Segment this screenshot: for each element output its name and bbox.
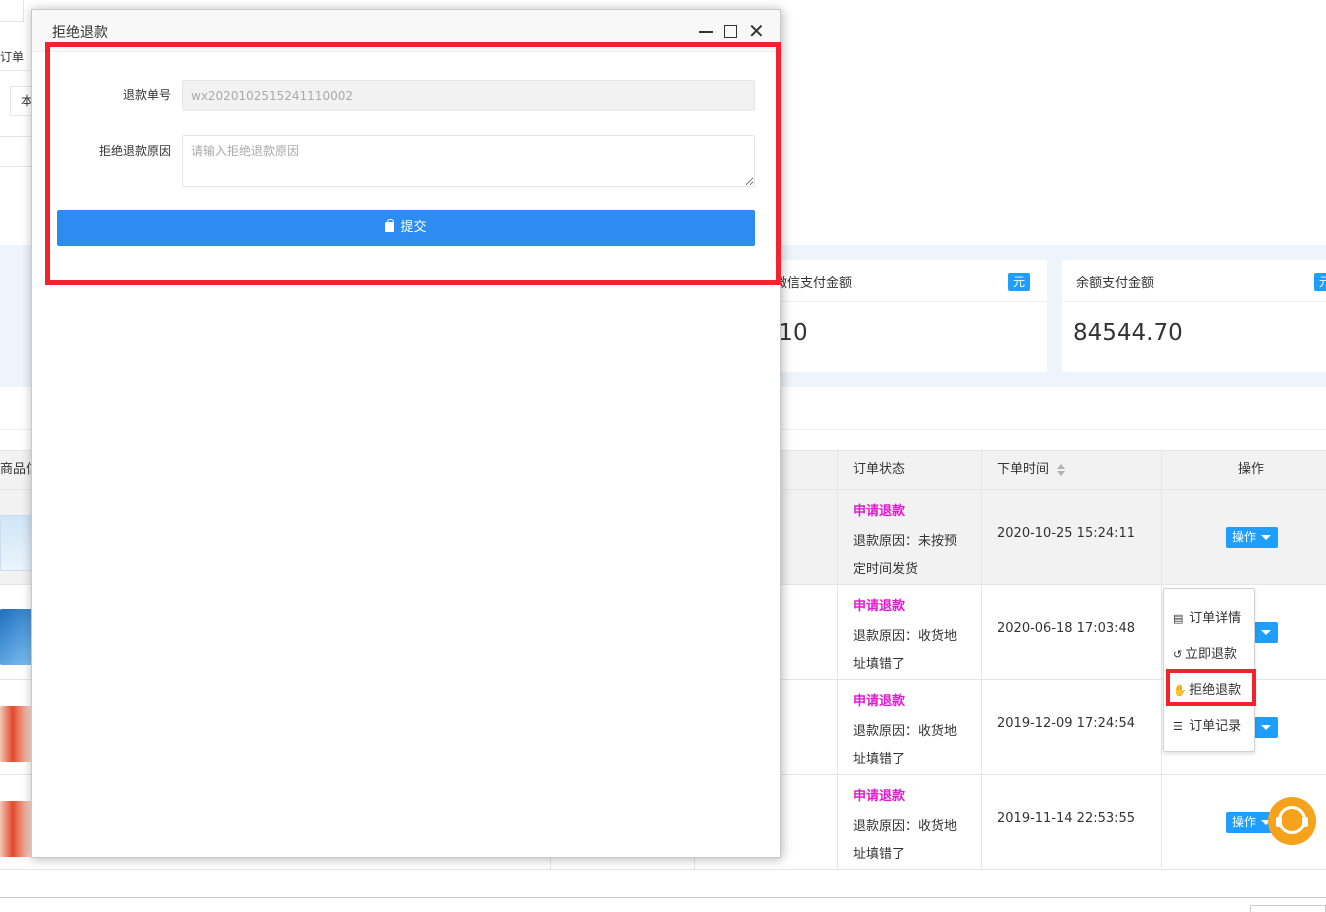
highlight-box (1166, 669, 1256, 706)
refund-reason: 退款原因：收货地址填错了 (853, 629, 958, 672)
column-border (837, 775, 838, 869)
menu-item-label: 立即退款 (1185, 647, 1238, 662)
column-border (981, 680, 982, 774)
refund-no-label: 退款单号 (122, 88, 171, 102)
column-border (837, 680, 838, 774)
headset-icon-right (1302, 817, 1308, 827)
refund-reason: 退款原因：收货地址填错了 (853, 819, 958, 862)
col-header-status: 订单状态 (853, 462, 906, 477)
bag-icon (385, 219, 395, 232)
chevron-down-icon (1261, 725, 1271, 730)
column-border (1161, 451, 1162, 491)
column-border (837, 490, 838, 584)
action-dropdown-toggle[interactable] (1254, 717, 1278, 738)
tab-underline (0, 70, 30, 71)
order-time: 2019-12-09 17:24:54 (997, 716, 1136, 731)
unit-badge: 元 (1314, 273, 1326, 291)
chevron-down-icon (1261, 535, 1271, 540)
product-thumbnail[interactable] (0, 515, 32, 571)
product-thumbnail[interactable] (0, 706, 32, 762)
divider (0, 136, 32, 137)
file-icon: ▤ (1173, 612, 1184, 625)
action-button[interactable]: 操作 (1226, 527, 1278, 548)
status-badge: 申请退款 (853, 789, 906, 804)
status-badge: 申请退款 (853, 694, 906, 709)
unit-badge: 元 (1008, 273, 1031, 291)
minimize-icon[interactable] (699, 31, 713, 33)
refund-no-field[interactable] (182, 80, 755, 111)
sort-icon[interactable] (1057, 463, 1066, 476)
stat-card-balance: 余额支付金额 元 84544.70 (1062, 260, 1326, 372)
order-time: 2019-11-14 22:53:55 (997, 811, 1136, 826)
column-border (981, 585, 982, 679)
action-button-label: 操作 (1232, 530, 1257, 544)
undo-icon: ↺ (1173, 648, 1183, 661)
reject-refund-dialog: 拒绝退款 ✕ 退款单号 拒绝退款原因 提交 (31, 9, 781, 858)
tab-orders[interactable]: 订单 (0, 48, 24, 65)
column-border (1161, 775, 1162, 869)
stat-card-wechat: 微信支付金额 元 .10 (760, 260, 1047, 372)
refund-reason: 退款原因：未按预定时间发货 (853, 534, 958, 577)
product-thumbnail[interactable] (0, 801, 32, 857)
order-time: 2020-06-18 17:03:48 (997, 621, 1136, 636)
divider (0, 166, 32, 167)
stat-value: 84544.70 (1073, 320, 1183, 346)
product-thumbnail[interactable] (0, 609, 32, 665)
menu-item-order-detail[interactable]: ▤ 订单详情 (1173, 607, 1241, 627)
menu-item-label: 订单详情 (1189, 611, 1242, 626)
maximize-icon[interactable] (724, 25, 737, 38)
column-border (1161, 585, 1162, 679)
pagination-stub (1250, 905, 1326, 912)
close-icon[interactable]: ✕ (748, 21, 766, 41)
top-input-stub (0, 0, 24, 22)
submit-label: 提交 (400, 220, 427, 235)
column-border (1161, 680, 1162, 774)
action-button-label: 操作 (1232, 815, 1257, 829)
column-border (837, 451, 838, 491)
stat-title: 余额支付金额 (1076, 276, 1155, 291)
submit-button[interactable]: 提交 (57, 210, 755, 246)
column-border (837, 585, 838, 679)
chevron-down-icon (1261, 630, 1271, 635)
menu-item-refund-now[interactable]: ↺ 立即退款 (1173, 643, 1237, 663)
divider (1062, 301, 1326, 302)
column-border (981, 775, 982, 869)
headset-icon-left (1276, 817, 1282, 827)
menu-item-order-log[interactable]: ☰ 订单记录 (1173, 715, 1241, 735)
col-header-time[interactable]: 下单时间 (997, 451, 1066, 491)
status-badge: 申请退款 (853, 599, 906, 614)
dialog-title: 拒绝退款 (52, 25, 108, 41)
refund-reason: 退款原因：收货地址填错了 (853, 724, 958, 767)
menu-item-label: 订单记录 (1189, 719, 1242, 734)
column-border (1161, 490, 1162, 584)
reject-reason-input[interactable] (182, 135, 755, 187)
reject-reason-label: 拒绝退款原因 (98, 144, 171, 158)
col-header-time-label: 下单时间 (997, 462, 1050, 477)
col-header-action: 操作 (1238, 462, 1265, 477)
month-button[interactable]: 本 (10, 86, 33, 116)
customer-service-button[interactable] (1268, 797, 1316, 845)
status-badge: 申请退款 (853, 504, 906, 519)
list-icon: ☰ (1173, 720, 1183, 733)
stat-title: 微信支付金额 (774, 276, 853, 291)
column-border (981, 490, 982, 584)
order-time: 2020-10-25 15:24:11 (997, 526, 1136, 541)
divider (760, 301, 1047, 302)
divider (0, 897, 1326, 898)
action-dropdown-toggle[interactable] (1254, 622, 1278, 643)
column-border (981, 451, 982, 491)
